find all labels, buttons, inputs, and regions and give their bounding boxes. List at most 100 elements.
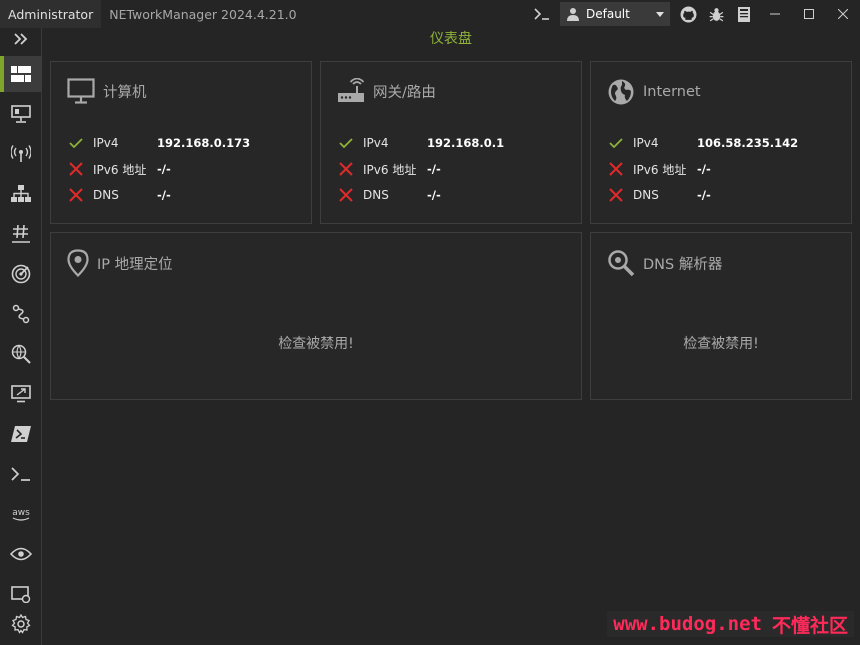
check-icon bbox=[67, 134, 85, 152]
close-button[interactable] bbox=[826, 0, 860, 28]
dns-row: DNS -/- bbox=[337, 186, 441, 204]
ipv6-label: IPv6 地址 bbox=[363, 162, 417, 177]
screen-icon bbox=[11, 586, 31, 603]
sidebar-item-port-scanner[interactable] bbox=[0, 256, 42, 292]
ip-geolocation-panel: IP 地理定位 检查被禁用! bbox=[50, 232, 582, 400]
ipv4-label: IPv4 bbox=[93, 136, 119, 150]
sidebar-item-lookup[interactable] bbox=[0, 536, 42, 572]
computer-panel: 计算机 IPv4 192.168.0.173 IPv6 地址 -/- DNS -… bbox=[50, 61, 312, 224]
gateway-panel: 网关/路由 IPv4 192.168.0.1 IPv6 地址 -/- DNS -… bbox=[320, 61, 582, 224]
sidebar-item-dashboard[interactable] bbox=[0, 56, 42, 92]
ipv6-value: -/- bbox=[427, 162, 441, 176]
ipv6-label: IPv6 地址 bbox=[93, 162, 147, 177]
globe-icon bbox=[608, 79, 634, 105]
cross-icon bbox=[337, 160, 355, 178]
sidebar-item-powershell[interactable] bbox=[0, 416, 42, 452]
router-icon bbox=[338, 78, 365, 102]
dns-value: -/- bbox=[157, 188, 171, 202]
svg-text:aws: aws bbox=[12, 508, 30, 518]
maximize-button[interactable] bbox=[792, 0, 826, 28]
network-tree-icon bbox=[11, 185, 31, 202]
cross-icon bbox=[67, 186, 85, 204]
main-content: 仪表盘 计算机 IPv4 192.168.0.173 IPv6 地址 -/- D… bbox=[42, 28, 860, 645]
ipv6-row: IPv6 地址 -/- bbox=[67, 160, 171, 178]
sidebar-item-aws[interactable]: aws bbox=[0, 496, 42, 532]
document-icon[interactable] bbox=[730, 0, 758, 28]
watermark-url: www.budog.net bbox=[613, 613, 762, 635]
hash-icon bbox=[12, 224, 30, 243]
settings-button[interactable] bbox=[0, 606, 42, 642]
user-icon bbox=[567, 8, 579, 21]
minimize-button[interactable] bbox=[758, 0, 792, 28]
sidebar-item-remote-desktop[interactable] bbox=[0, 376, 42, 412]
ipv6-row: IPv6 地址 -/- bbox=[607, 160, 711, 178]
network-interface-icon bbox=[11, 105, 31, 123]
expand-sidebar-button[interactable] bbox=[0, 28, 42, 50]
sidebar-item-ip-scanner[interactable] bbox=[0, 216, 42, 252]
ipv4-value: 192.168.0.1 bbox=[427, 136, 505, 150]
cross-icon bbox=[337, 186, 355, 204]
sidebar-item-traceroute[interactable] bbox=[0, 296, 42, 332]
internet-panel: Internet IPv4 106.58.235.142 IPv6 地址 -/-… bbox=[590, 61, 852, 224]
sidebar-item-putty[interactable] bbox=[0, 456, 42, 492]
magnify-icon bbox=[608, 250, 635, 277]
check-disabled-message: 检查被禁用! bbox=[278, 336, 354, 352]
ipv4-row: IPv4 192.168.0.173 bbox=[67, 134, 250, 152]
panel-title-ip-geolocation: IP 地理定位 bbox=[97, 256, 173, 273]
check-icon bbox=[337, 134, 355, 152]
map-marker-icon bbox=[67, 249, 89, 277]
dns-value: -/- bbox=[697, 188, 711, 202]
dns-label: DNS bbox=[93, 188, 119, 202]
ipv4-row: IPv4 106.58.235.142 bbox=[607, 134, 798, 152]
sidebar-item-network-interface[interactable] bbox=[0, 96, 42, 132]
panel-title-gateway: 网关/路由 bbox=[373, 84, 436, 101]
eye-icon bbox=[10, 547, 32, 561]
check-icon bbox=[607, 134, 625, 152]
panel-title-computer: 计算机 bbox=[103, 84, 147, 101]
dashboard-icon bbox=[11, 66, 31, 82]
powershell-icon bbox=[11, 426, 31, 442]
dns-label: DNS bbox=[363, 188, 389, 202]
ipv4-row: IPv4 192.168.0.1 bbox=[337, 134, 504, 152]
ipv6-row: IPv6 地址 -/- bbox=[337, 160, 441, 178]
radar-icon bbox=[11, 264, 31, 284]
terminal-icon bbox=[11, 467, 30, 481]
settings-icon bbox=[11, 614, 31, 634]
dns-row: DNS -/- bbox=[67, 186, 171, 204]
check-disabled-message: 检查被禁用! bbox=[683, 336, 759, 352]
ipv4-label: IPv4 bbox=[363, 136, 389, 150]
profile-select[interactable]: Default bbox=[560, 2, 670, 26]
cross-icon bbox=[67, 160, 85, 178]
ipv6-value: -/- bbox=[697, 162, 711, 176]
profile-label: Default bbox=[586, 7, 630, 21]
panel-title-dns-resolver: DNS 解析器 bbox=[643, 256, 723, 273]
sidebar-item-dns-lookup[interactable] bbox=[0, 336, 42, 372]
remote-desktop-icon bbox=[11, 385, 31, 403]
administrator-badge: Administrator bbox=[0, 0, 102, 28]
title-bar: Administrator NETworkManager 2024.4.21.0… bbox=[0, 0, 860, 28]
ipv6-label: IPv6 地址 bbox=[633, 162, 687, 177]
watermark: www.budog.net 不懂社区 bbox=[607, 611, 854, 637]
app-title: NETworkManager 2024.4.21.0 bbox=[109, 6, 297, 22]
wifi-icon bbox=[11, 145, 31, 162]
panel-title-internet: Internet bbox=[643, 84, 701, 100]
dns-value: -/- bbox=[427, 188, 441, 202]
sidebar-item-wifi[interactable] bbox=[0, 136, 42, 172]
globe-search-icon bbox=[11, 344, 31, 364]
sidebar-item-network-tree[interactable] bbox=[0, 176, 42, 212]
page-title: 仪表盘 bbox=[430, 31, 472, 47]
bug-icon[interactable] bbox=[702, 0, 730, 28]
ipv4-label: IPv4 bbox=[633, 136, 659, 150]
dns-label: DNS bbox=[633, 188, 659, 202]
ipv4-value: 106.58.235.142 bbox=[697, 136, 799, 150]
route-icon bbox=[12, 304, 30, 324]
aws-icon: aws bbox=[12, 508, 30, 521]
cross-icon bbox=[607, 160, 625, 178]
chevrons-right-icon bbox=[14, 33, 28, 45]
dns-row: DNS -/- bbox=[607, 186, 711, 204]
dns-resolver-panel: DNS 解析器 检查被禁用! bbox=[590, 232, 852, 400]
cross-icon bbox=[607, 186, 625, 204]
github-icon[interactable] bbox=[674, 0, 702, 28]
terminal-icon[interactable] bbox=[528, 0, 556, 28]
monitor-icon bbox=[67, 78, 95, 104]
